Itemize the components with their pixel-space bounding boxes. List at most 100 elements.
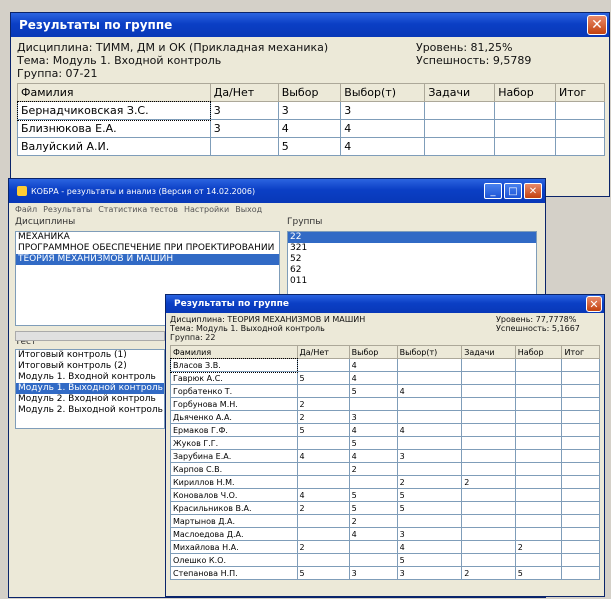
- table-row[interactable]: Кириллов Н.М. 2 2: [170, 475, 600, 489]
- table-cell[interactable]: [555, 101, 605, 120]
- table-cell[interactable]: [461, 384, 516, 398]
- table-cell[interactable]: [348, 540, 398, 554]
- table-cell[interactable]: [561, 553, 600, 567]
- table-cell[interactable]: 5: [396, 488, 463, 502]
- table-cell[interactable]: [561, 462, 600, 476]
- table-cell[interactable]: [396, 410, 463, 424]
- table-cell[interactable]: 4: [348, 371, 398, 385]
- table-cell[interactable]: 3: [396, 566, 463, 580]
- list-item[interactable]: 52: [288, 254, 536, 265]
- table-cell[interactable]: [561, 358, 600, 372]
- list-item[interactable]: Модуль 2. Выходной контроль: [16, 405, 164, 416]
- table-cell[interactable]: 3: [277, 101, 342, 120]
- table-cell[interactable]: 4: [396, 540, 463, 554]
- table-cell[interactable]: [461, 527, 516, 541]
- table-cell[interactable]: Карпов С.В.: [170, 462, 298, 476]
- table-cell[interactable]: 5: [296, 371, 350, 385]
- table-cell[interactable]: [461, 462, 516, 476]
- table-cell[interactable]: [561, 501, 600, 515]
- table-cell[interactable]: [461, 540, 516, 554]
- table-cell[interactable]: 3: [348, 410, 398, 424]
- table-cell[interactable]: [514, 371, 563, 385]
- table-cell[interactable]: 5: [277, 137, 342, 156]
- list-item[interactable]: Модуль 1. Выходной контроль: [16, 383, 164, 394]
- table-row[interactable]: Степанова Н.П. 5 3 3 2 5: [170, 566, 600, 580]
- table-cell[interactable]: [494, 101, 557, 120]
- table-cell[interactable]: [461, 410, 516, 424]
- table-cell[interactable]: 2: [296, 540, 350, 554]
- table-cell[interactable]: [561, 371, 600, 385]
- table-cell[interactable]: [461, 371, 516, 385]
- table-cell[interactable]: [561, 566, 600, 580]
- table-cell[interactable]: [514, 384, 563, 398]
- table-cell[interactable]: [514, 423, 563, 437]
- table-cell[interactable]: [561, 449, 600, 463]
- table-cell[interactable]: 3: [396, 527, 463, 541]
- column-header[interactable]: Фамилия: [170, 345, 298, 359]
- table-cell[interactable]: Близнюкова Е.А.: [17, 119, 211, 138]
- table-cell[interactable]: [396, 436, 463, 450]
- table-cell[interactable]: [561, 514, 600, 528]
- table-cell[interactable]: 2: [514, 540, 563, 554]
- column-header[interactable]: Итог: [555, 83, 605, 102]
- tests-list[interactable]: Итоговый контроль (1) Итоговый контроль (…: [15, 349, 165, 429]
- table-cell[interactable]: Олешко К.О.: [170, 553, 298, 567]
- table-cell[interactable]: 2: [461, 475, 516, 489]
- table-cell[interactable]: [514, 475, 563, 489]
- table-cell[interactable]: Красильников В.А.: [170, 501, 298, 515]
- table-cell[interactable]: [296, 384, 350, 398]
- table-cell[interactable]: [555, 137, 605, 156]
- table-row[interactable]: Карпов С.В. 2: [170, 462, 600, 476]
- table-cell[interactable]: [514, 397, 563, 411]
- table-cell[interactable]: 5: [348, 488, 398, 502]
- table-cell[interactable]: 4: [296, 488, 350, 502]
- menu-item[interactable]: Выход: [235, 205, 262, 214]
- table-row[interactable]: Власов З.В. 4: [169, 357, 600, 373]
- list-item[interactable]: Модуль 1. Входной контроль: [16, 372, 164, 383]
- table-cell[interactable]: [296, 475, 350, 489]
- table-cell[interactable]: [461, 423, 516, 437]
- table-cell[interactable]: 3: [209, 119, 279, 138]
- column-header[interactable]: Задачи: [424, 83, 496, 102]
- table-cell[interactable]: Гаврюк А.С.: [170, 371, 298, 385]
- table-row[interactable]: Коновалов Ч.О. 4 5 5: [170, 488, 600, 502]
- menu-item[interactable]: Статистика тестов: [98, 205, 178, 214]
- list-item[interactable]: Итоговый контроль (1): [16, 350, 164, 361]
- list-item[interactable]: Итоговый контроль (2): [16, 361, 164, 372]
- table-cell[interactable]: Бернадчиковская З.С.: [16, 100, 212, 121]
- close-button[interactable]: ✕: [586, 296, 602, 312]
- table-cell[interactable]: 4: [340, 137, 426, 156]
- table-cell[interactable]: [514, 358, 563, 372]
- table-row[interactable]: Маслоедова Д.А. 4 3: [170, 527, 600, 541]
- table-row[interactable]: Жуков Г.Г. 5: [170, 436, 600, 450]
- table-cell[interactable]: Кириллов Н.М.: [170, 475, 298, 489]
- table-cell[interactable]: 2: [396, 475, 463, 489]
- table-cell[interactable]: [561, 527, 600, 541]
- table-cell[interactable]: [424, 137, 496, 156]
- table-cell[interactable]: Власов З.В.: [169, 357, 298, 373]
- table-row[interactable]: Олешко К.О. 5: [170, 553, 600, 567]
- column-header[interactable]: Да/Нет: [296, 345, 350, 359]
- table-cell[interactable]: [561, 397, 600, 411]
- table-cell[interactable]: [461, 501, 516, 515]
- table-cell[interactable]: 4: [277, 119, 342, 138]
- table-cell[interactable]: 5: [348, 384, 398, 398]
- column-header[interactable]: Набор: [514, 345, 563, 359]
- table-cell[interactable]: 2: [461, 566, 516, 580]
- table-cell[interactable]: [461, 449, 516, 463]
- table-cell[interactable]: [514, 410, 563, 424]
- table-cell[interactable]: [296, 462, 350, 476]
- table-cell[interactable]: 4: [348, 449, 398, 463]
- table-cell[interactable]: [461, 358, 516, 372]
- table-cell[interactable]: [514, 436, 563, 450]
- menu-item[interactable]: Файл: [15, 205, 37, 214]
- table-cell[interactable]: [296, 514, 350, 528]
- table-cell[interactable]: 5: [296, 423, 350, 437]
- column-header[interactable]: Да/Нет: [209, 83, 279, 102]
- table-cell[interactable]: Степанова Н.П.: [170, 566, 298, 580]
- table-cell[interactable]: [514, 449, 563, 463]
- table-cell[interactable]: [461, 514, 516, 528]
- table-row[interactable]: Горбатенко Т. 5 4: [170, 384, 600, 398]
- table-cell[interactable]: 5: [296, 566, 350, 580]
- list-item[interactable]: 62: [288, 265, 536, 276]
